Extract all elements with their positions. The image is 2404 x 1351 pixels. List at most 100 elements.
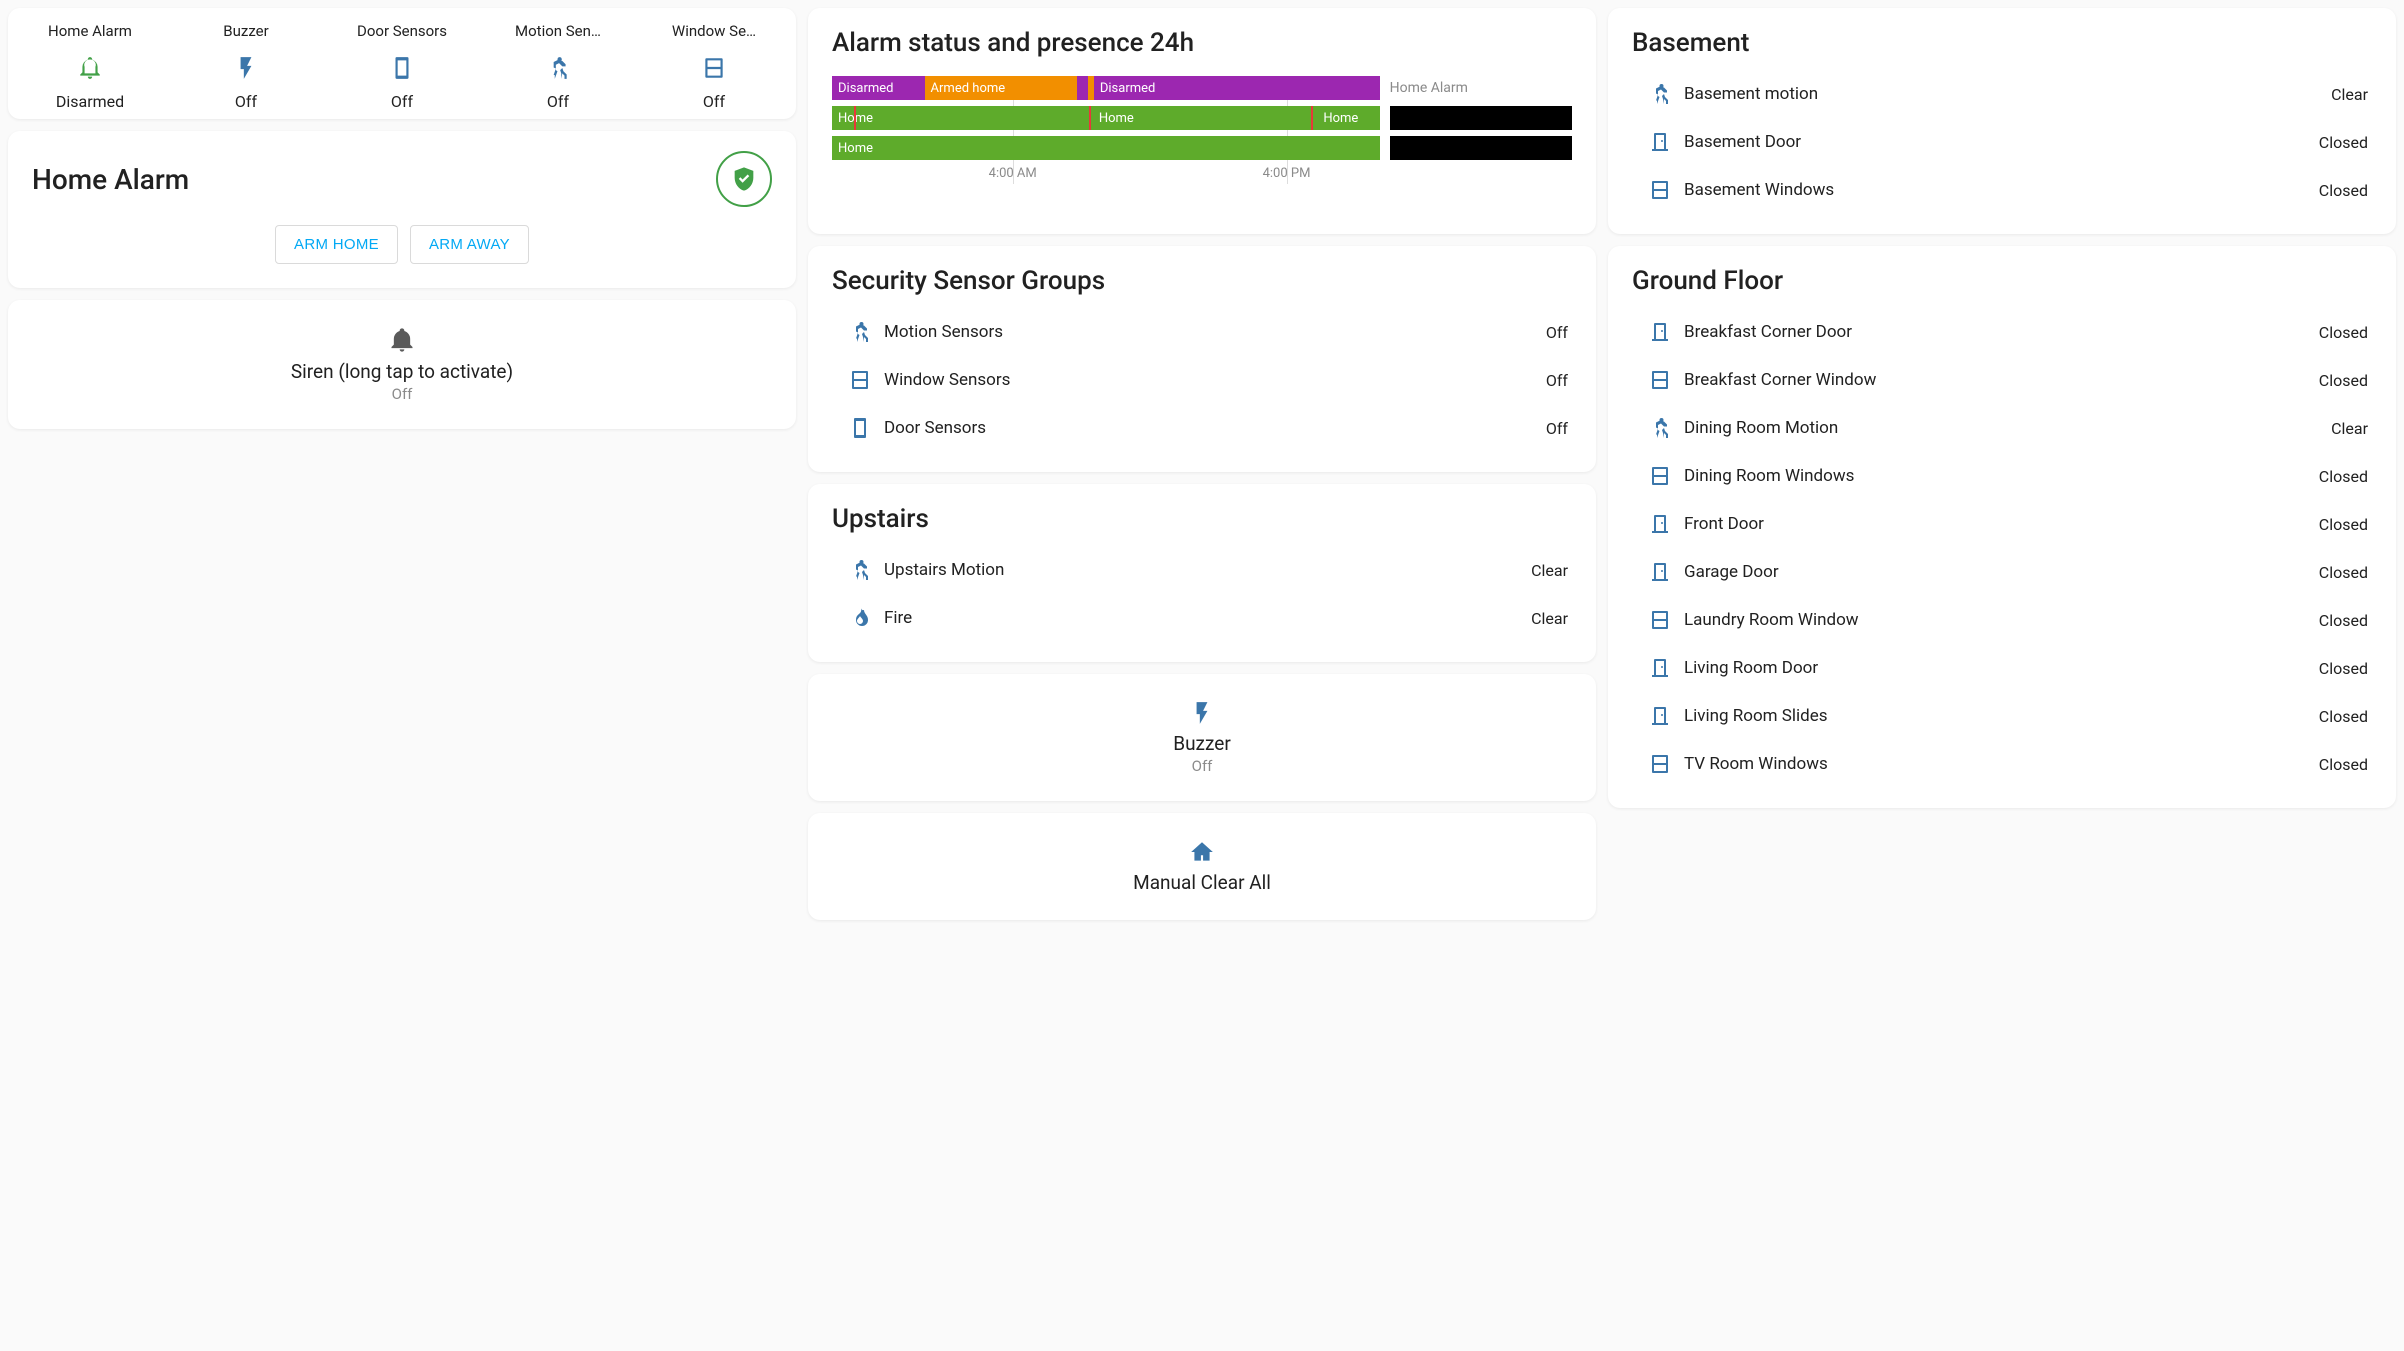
entity-name: Motion Sensors bbox=[884, 322, 1546, 342]
entity-row[interactable]: Living Room Slides Closed bbox=[1632, 692, 2372, 740]
timeline-axis-tick: 4:00 PM bbox=[1263, 166, 1311, 181]
entity-name: Basement Door bbox=[1684, 132, 2319, 152]
entity-row[interactable]: Door Sensors Off bbox=[832, 404, 1572, 452]
glance-item[interactable]: Window Se… Off bbox=[640, 18, 788, 115]
cellphone-icon bbox=[332, 52, 472, 84]
home-icon bbox=[828, 839, 1576, 865]
glance-item[interactable]: Motion Sen… Off bbox=[484, 18, 632, 115]
sensor-groups-title: Security Sensor Groups bbox=[832, 266, 1572, 296]
entity-row[interactable]: Dining Room Motion Clear bbox=[1632, 404, 2372, 452]
entity-state: Closed bbox=[2319, 611, 2368, 630]
door-icon bbox=[1636, 130, 1684, 154]
entity-name: Fire bbox=[884, 608, 1531, 628]
timeline-card: Alarm status and presence 24h DisarmedAr… bbox=[808, 8, 1596, 234]
timeline-axis-tick: 4:00 AM bbox=[989, 166, 1037, 181]
arm-away-button[interactable]: ARM AWAY bbox=[410, 225, 529, 264]
entity-state: Closed bbox=[2319, 181, 2368, 200]
entity-row[interactable]: Front Door Closed bbox=[1632, 500, 2372, 548]
entity-state: Clear bbox=[1531, 609, 1568, 628]
entity-row[interactable]: Living Room Door Closed bbox=[1632, 644, 2372, 692]
buzzer-state: Off bbox=[828, 757, 1576, 775]
entity-state: Off bbox=[1546, 419, 1568, 438]
entity-state: Off bbox=[1546, 323, 1568, 342]
window-icon bbox=[1636, 368, 1684, 392]
entity-name: Dining Room Windows bbox=[1684, 466, 2319, 486]
flash-icon bbox=[828, 700, 1576, 726]
siren-card[interactable]: Siren (long tap to activate) Off bbox=[8, 300, 796, 429]
window-icon bbox=[644, 52, 784, 84]
door-icon bbox=[1636, 704, 1684, 728]
timeline-row-label: Home Alarm bbox=[1390, 80, 1572, 96]
entity-name: Laundry Room Window bbox=[1684, 610, 2319, 630]
entity-row[interactable]: Window Sensors Off bbox=[832, 356, 1572, 404]
buzzer-card[interactable]: Buzzer Off bbox=[808, 674, 1596, 801]
entity-state: Closed bbox=[2319, 467, 2368, 486]
entity-name: Front Door bbox=[1684, 514, 2319, 534]
window-icon bbox=[1636, 464, 1684, 488]
timeline-segment: Home bbox=[832, 136, 1380, 160]
upstairs-card: Upstairs Upstairs Motion Clear Fire Clea… bbox=[808, 484, 1596, 662]
shield-check-icon bbox=[716, 151, 772, 207]
basement-title: Basement bbox=[1632, 28, 2372, 58]
entity-state: Closed bbox=[2319, 371, 2368, 390]
entity-row[interactable]: Fire Clear bbox=[832, 594, 1572, 642]
entity-name: Dining Room Motion bbox=[1684, 418, 2331, 438]
buzzer-label: Buzzer bbox=[828, 732, 1576, 755]
glance-item[interactable]: Buzzer Off bbox=[172, 18, 320, 115]
manual-clear-all-card[interactable]: Manual Clear All bbox=[808, 813, 1596, 920]
siren-state: Off bbox=[28, 385, 776, 403]
entity-name: Upstairs Motion bbox=[884, 560, 1531, 580]
timeline-segment: Armed home bbox=[925, 76, 1077, 100]
entity-row[interactable]: Basement Door Closed bbox=[1632, 118, 2372, 166]
basement-card: Basement Basement motion Clear Basement … bbox=[1608, 8, 2396, 234]
entity-name: TV Room Windows bbox=[1684, 754, 2319, 774]
entity-state: Closed bbox=[2319, 323, 2368, 342]
arm-home-button[interactable]: ARM HOME bbox=[275, 225, 398, 264]
entity-state: Clear bbox=[2331, 85, 2368, 104]
upstairs-title: Upstairs bbox=[832, 504, 1572, 534]
entity-state: Closed bbox=[2319, 755, 2368, 774]
entity-row[interactable]: Basement motion Clear bbox=[1632, 70, 2372, 118]
glance-card: Home Alarm Disarmed Buzzer Off Door Sens… bbox=[8, 8, 796, 119]
entity-name: Living Room Door bbox=[1684, 658, 2319, 678]
timeline-row: DisarmedArmed homeDisarmedHome Alarm bbox=[832, 76, 1572, 100]
door-icon bbox=[1636, 512, 1684, 536]
entity-state: Closed bbox=[2319, 133, 2368, 152]
entity-row[interactable]: TV Room Windows Closed bbox=[1632, 740, 2372, 788]
glance-item[interactable]: Door Sensors Off bbox=[328, 18, 476, 115]
bell-outline-icon bbox=[20, 52, 160, 84]
sensor-groups-card: Security Sensor Groups Motion Sensors Of… bbox=[808, 246, 1596, 472]
entity-row[interactable]: Breakfast Corner Window Closed bbox=[1632, 356, 2372, 404]
entity-row[interactable]: Upstairs Motion Clear bbox=[832, 546, 1572, 594]
entity-row[interactable]: Basement Windows Closed bbox=[1632, 166, 2372, 214]
glance-item-label: Home Alarm bbox=[20, 22, 160, 40]
window-icon bbox=[1636, 178, 1684, 202]
timeline-segment bbox=[1077, 76, 1088, 100]
home-alarm-title: Home Alarm bbox=[32, 163, 189, 196]
entity-state: Off bbox=[1546, 371, 1568, 390]
bell-icon bbox=[28, 326, 776, 354]
entity-name: Garage Door bbox=[1684, 562, 2319, 582]
glance-item-label: Window Se… bbox=[644, 22, 784, 40]
door-icon bbox=[1636, 560, 1684, 584]
entity-name: Basement Windows bbox=[1684, 180, 2319, 200]
entity-row[interactable]: Breakfast Corner Door Closed bbox=[1632, 308, 2372, 356]
glance-item[interactable]: Home Alarm Disarmed bbox=[16, 18, 164, 115]
entity-name: Door Sensors bbox=[884, 418, 1546, 438]
timeline-row-label bbox=[1390, 136, 1572, 160]
entity-state: Closed bbox=[2319, 515, 2368, 534]
door-icon bbox=[1636, 320, 1684, 344]
entity-row[interactable]: Laundry Room Window Closed bbox=[1632, 596, 2372, 644]
walk-icon bbox=[836, 558, 884, 582]
entity-row[interactable]: Garage Door Closed bbox=[1632, 548, 2372, 596]
timeline-row: Home bbox=[832, 136, 1572, 160]
entity-row[interactable]: Dining Room Windows Closed bbox=[1632, 452, 2372, 500]
entity-name: Breakfast Corner Door bbox=[1684, 322, 2319, 342]
entity-state: Closed bbox=[2319, 659, 2368, 678]
glance-item-state: Off bbox=[488, 92, 628, 111]
timeline-row-label bbox=[1390, 106, 1572, 130]
entity-state: Clear bbox=[2331, 419, 2368, 438]
entity-row[interactable]: Motion Sensors Off bbox=[832, 308, 1572, 356]
entity-name: Window Sensors bbox=[884, 370, 1546, 390]
timeline-segment: Disarmed bbox=[1094, 76, 1380, 100]
